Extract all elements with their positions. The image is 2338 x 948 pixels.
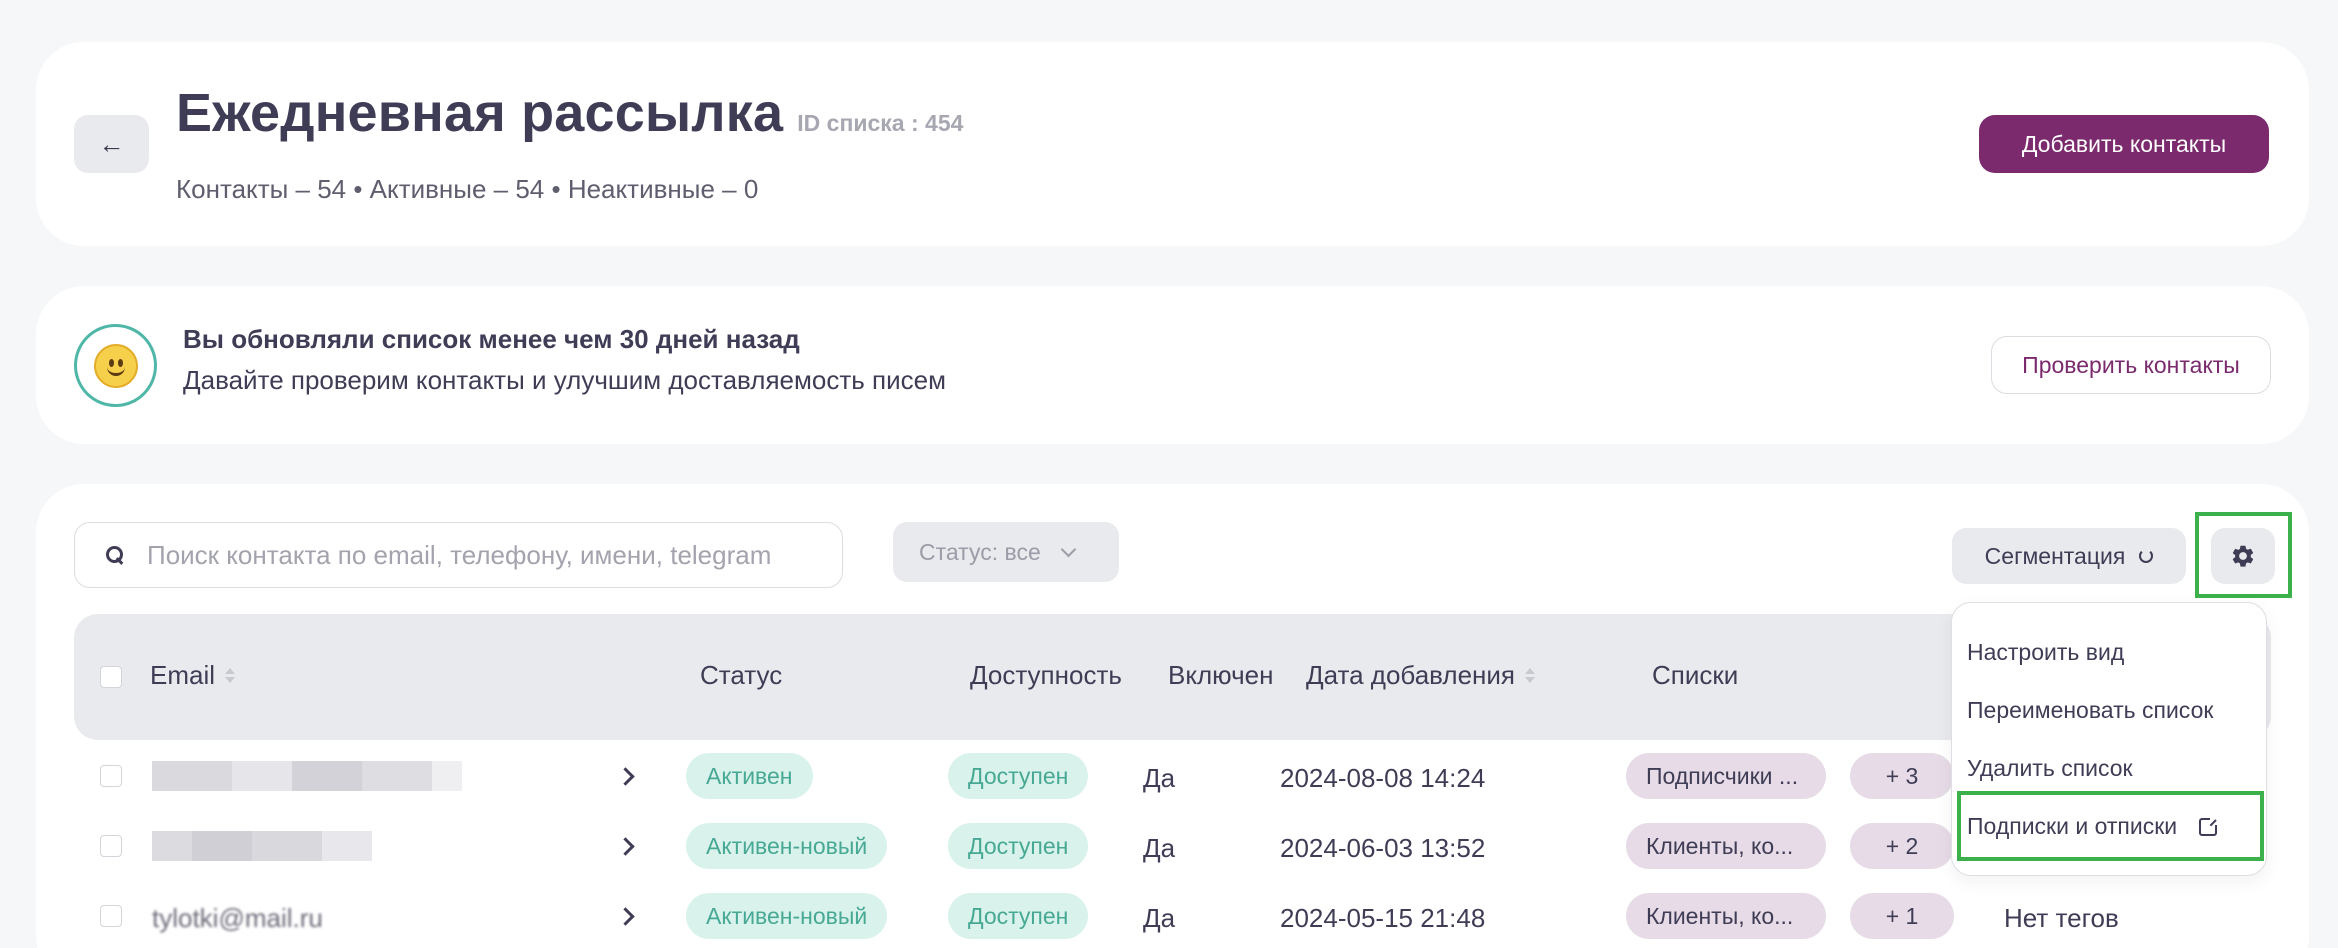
title-row: Ежедневная рассылка ID списка : 454 [176,82,963,144]
status-filter-dropdown[interactable]: Статус: все [893,522,1119,582]
list-badge[interactable]: Клиенты, ко... [1626,823,1826,869]
check-contacts-button[interactable]: Проверить контакты [1991,336,2271,394]
status-badge: Активен-новый [686,893,888,939]
date-added: 2024-06-03 13:52 [1280,833,1486,863]
search-icon [105,545,125,565]
availability-badge: Доступен [948,823,1089,869]
table-header: Email Статус Доступность Включен Дата до… [74,614,2271,740]
subscriptions-highlight-frame [1957,791,2264,861]
search-input[interactable] [147,539,807,571]
settings-menu: Настроить вид Переименовать список Удали… [1951,602,2267,876]
column-enabled: Включен [1168,660,1274,690]
row-checkbox[interactable] [100,765,122,787]
notice-subtitle: Давайте проверим контакты и улучшим дост… [183,365,946,395]
list-badge[interactable]: Клиенты, ко... [1626,893,1826,939]
list-id: ID списка : 454 [797,110,964,136]
table-row[interactable]: tylotki@mail.ru Активен-новый Доступен Д… [38,881,2119,948]
availability-badge: Доступен [948,893,1089,939]
update-notice-card: Вы обновляли список менее чем 30 дней на… [36,286,2309,444]
sort-icon [225,668,236,683]
enabled-value: Да [1143,833,1176,863]
notice-text: Вы обновляли список менее чем 30 дней на… [183,324,946,396]
menu-item-delete-list[interactable]: Удалить список [1967,755,2133,782]
segmentation-label: Сегментация [1984,542,2126,569]
smiley-icon [74,324,157,407]
menu-item-customize-view[interactable]: Настроить вид [1967,639,2124,666]
gear-icon [2232,545,2254,567]
enabled-value: Да [1143,903,1176,933]
notice-title: Вы обновляли список менее чем 30 дней на… [183,324,800,354]
arrow-left-icon: ← [98,128,125,159]
email-value: tylotki@mail.ru [152,903,323,933]
tags-value: Нет тегов [2004,903,2119,933]
search-box[interactable] [74,522,843,588]
chevron-right-icon[interactable] [613,831,643,861]
page-title: Ежедневная рассылка [176,83,784,143]
select-all-checkbox[interactable] [100,666,122,688]
more-lists-badge[interactable]: + 1 [1850,893,1954,939]
row-checkbox[interactable] [100,905,122,927]
more-lists-badge[interactable]: + 2 [1850,823,1954,869]
chevron-down-icon [1060,541,1077,557]
list-header-card: ← Ежедневная рассылка ID списка : 454 Ко… [36,42,2309,246]
segmentation-button[interactable]: Сегментация [1952,528,2186,584]
column-status: Статус [700,660,783,690]
row-checkbox[interactable] [100,835,122,857]
settings-highlight-frame [2195,512,2292,598]
enabled-value: Да [1143,763,1176,793]
chevron-right-icon[interactable] [613,761,643,791]
menu-item-rename-list[interactable]: Переименовать список [1967,697,2213,724]
sort-icon [1525,668,1535,683]
status-badge: Активен-новый [686,823,888,869]
column-availability: Доступность [970,660,1122,690]
email-redacted [152,761,462,791]
back-button[interactable]: ← [74,115,149,173]
more-lists-badge[interactable]: + 3 [1850,753,1954,799]
list-badge[interactable]: Подписчики ... [1626,753,1826,799]
add-contacts-button[interactable]: Добавить контакты [1979,115,2269,173]
date-added: 2024-05-15 21:48 [1280,903,1486,933]
status-filter-label: Статус: все [919,538,1041,565]
settings-button[interactable] [2211,528,2275,584]
chevron-right-icon[interactable] [613,901,643,931]
column-email[interactable]: Email [150,660,236,691]
email-redacted [152,831,372,861]
contact-stats: Контакты – 54 • Активные – 54 • Неактивн… [176,174,759,204]
refresh-icon [2139,549,2154,563]
availability-badge: Доступен [948,753,1089,799]
date-added: 2024-08-08 14:24 [1280,763,1486,793]
column-lists: Списки [1652,660,1739,690]
status-badge: Активен [686,753,813,799]
table-row[interactable]: Активен Доступен Да 2024-08-08 14:24 Под… [38,741,1954,811]
column-date-added[interactable]: Дата добавления [1306,660,1535,691]
table-row[interactable]: Активен-новый Доступен Да 2024-06-03 13:… [38,811,1954,881]
